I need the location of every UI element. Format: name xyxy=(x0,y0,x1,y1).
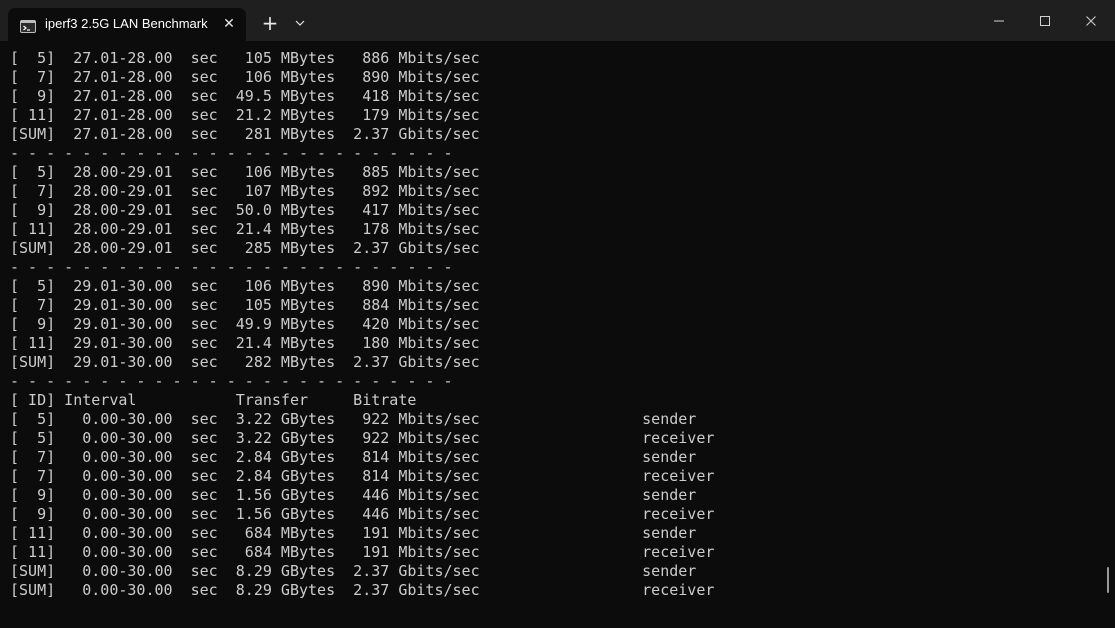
terminal-line: [SUM] 28.00-29.01 sec 285 MBytes 2.37 Gb… xyxy=(10,239,480,257)
tab-dropdown-button[interactable] xyxy=(289,12,311,34)
terminal-line: [ 11] 29.01-30.00 sec 21.4 MBytes 180 Mb… xyxy=(10,334,480,352)
scrollbar-thumb[interactable] xyxy=(1107,567,1109,593)
terminal-line: [SUM] 0.00-30.00 sec 8.29 GBytes 2.37 Gb… xyxy=(10,581,715,599)
terminal-line: [ 9] 27.01-28.00 sec 49.5 MBytes 418 Mbi… xyxy=(10,87,480,105)
minimize-icon xyxy=(993,15,1005,27)
terminal-line: [SUM] 0.00-30.00 sec 8.29 GBytes 2.37 Gb… xyxy=(10,562,697,580)
tab-iperf3[interactable]: iperf3 2.5G LAN Benchmark ✕ xyxy=(8,8,246,41)
terminal-line: [ 5] 0.00-30.00 sec 3.22 GBytes 922 Mbit… xyxy=(10,429,715,447)
terminal-line: [ 9] 29.01-30.00 sec 49.9 MBytes 420 Mbi… xyxy=(10,315,480,333)
minimize-button[interactable] xyxy=(976,0,1022,41)
terminal-line: [ 7] 27.01-28.00 sec 106 MBytes 890 Mbit… xyxy=(10,68,480,86)
terminal-line: [ 9] 28.00-29.01 sec 50.0 MBytes 417 Mbi… xyxy=(10,201,480,219)
terminal-line: [ 9] 0.00-30.00 sec 1.56 GBytes 446 Mbit… xyxy=(10,505,715,523)
terminal-line: [ 7] 29.01-30.00 sec 105 MBytes 884 Mbit… xyxy=(10,296,480,314)
terminal-window: iperf3 2.5G LAN Benchmark ✕ + [ 5] 27.01 xyxy=(0,0,1115,628)
terminal-line: [ 7] 0.00-30.00 sec 2.84 GBytes 814 Mbit… xyxy=(10,467,715,485)
terminal-icon xyxy=(20,18,36,33)
terminal-line: [ 11] 0.00-30.00 sec 684 MBytes 191 Mbit… xyxy=(10,524,697,542)
close-icon xyxy=(1085,15,1097,27)
terminal-line: [ 5] 27.01-28.00 sec 105 MBytes 886 Mbit… xyxy=(10,49,480,67)
terminal-line: [SUM] 29.01-30.00 sec 282 MBytes 2.37 Gb… xyxy=(10,353,480,371)
terminal-output: [ 5] 27.01-28.00 sec 105 MBytes 886 Mbit… xyxy=(10,49,714,600)
tab-title: iperf3 2.5G LAN Benchmark xyxy=(45,16,208,31)
new-tab-button[interactable]: + xyxy=(259,12,281,34)
maximize-button[interactable] xyxy=(1022,0,1068,41)
tab-close-button[interactable]: ✕ xyxy=(220,15,238,33)
title-bar: iperf3 2.5G LAN Benchmark ✕ + xyxy=(0,0,1115,41)
terminal-line: [ 9] 0.00-30.00 sec 1.56 GBytes 446 Mbit… xyxy=(10,486,697,504)
terminal-line: [SUM] 27.01-28.00 sec 281 MBytes 2.37 Gb… xyxy=(10,125,480,143)
terminal-line: [ 7] 0.00-30.00 sec 2.84 GBytes 814 Mbit… xyxy=(10,448,697,466)
terminal-line: [ 11] 0.00-30.00 sec 684 MBytes 191 Mbit… xyxy=(10,543,715,561)
terminal-line: [ 11] 28.00-29.01 sec 21.4 MBytes 178 Mb… xyxy=(10,220,480,238)
terminal-line: - - - - - - - - - - - - - - - - - - - - … xyxy=(10,144,453,162)
terminal-line: [ 5] 0.00-30.00 sec 3.22 GBytes 922 Mbit… xyxy=(10,410,697,428)
maximize-icon xyxy=(1039,15,1051,27)
terminal-line: [ 7] 28.00-29.01 sec 107 MBytes 892 Mbit… xyxy=(10,182,480,200)
close-window-button[interactable] xyxy=(1068,0,1114,41)
terminal-line: - - - - - - - - - - - - - - - - - - - - … xyxy=(10,258,453,276)
terminal-line: - - - - - - - - - - - - - - - - - - - - … xyxy=(10,372,453,390)
terminal-line: [ 5] 29.01-30.00 sec 106 MBytes 890 Mbit… xyxy=(10,277,480,295)
chevron-down-icon xyxy=(289,19,311,38)
terminal-line: [ 5] 28.00-29.01 sec 106 MBytes 885 Mbit… xyxy=(10,163,480,181)
terminal-line: [ 11] 27.01-28.00 sec 21.2 MBytes 179 Mb… xyxy=(10,106,480,124)
terminal-content[interactable]: [ 5] 27.01-28.00 sec 105 MBytes 886 Mbit… xyxy=(0,41,1115,628)
terminal-line: [ ID] Interval Transfer Bitrate xyxy=(10,391,417,409)
